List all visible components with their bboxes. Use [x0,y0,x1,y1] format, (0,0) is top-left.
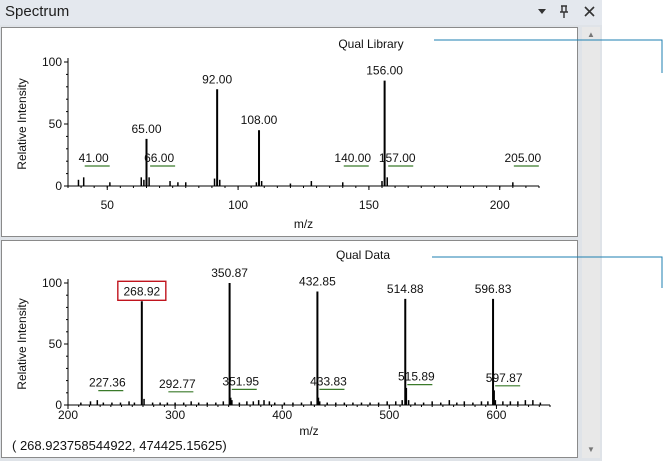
y-tick-label: 0 [55,179,62,193]
peak-label: 292.77 [159,377,196,391]
peak-label: 140.00 [334,151,371,165]
qual-library-chart: Qual Library 0 50 100 50 100 150 200 m/z Relative… [15,37,542,231]
close-icon[interactable] [581,2,597,22]
y-tick-label: 50 [49,117,63,131]
x-tick-label: 150 [359,198,379,212]
x-tick-label: 200 [58,408,78,422]
vertical-scrollbar[interactable]: ▲ ▼ [582,27,600,458]
peak-label: 156.00 [366,64,403,78]
panel-titlebar: Spectrum [0,0,602,25]
peak-label: 515.89 [398,370,435,384]
qual-library-plot[interactable]: Qual Library 0 50 100 50 100 150 200 m/z Relative… [1,27,578,237]
y-axis-label: Relative Intensity [15,298,29,389]
peak-label: 227.36 [89,376,126,390]
y-tick-label: 50 [49,337,63,351]
peak-label: 433.83 [310,374,347,388]
panel-title: Spectrum [5,3,70,20]
x-tick-label: 300 [165,408,185,422]
peak-label: 108.00 [241,113,278,127]
plot-label: Qual Data [336,248,390,262]
x-tick-label: 500 [379,408,399,422]
x-tick-label: 400 [272,408,292,422]
pin-icon[interactable] [556,2,572,22]
y-tick-label: 100 [42,276,62,290]
scroll-up-icon[interactable]: ▲ [582,27,600,43]
x-tick-label: 50 [101,198,115,212]
y-tick-label: 100 [42,55,62,69]
peak-label: 351.95 [222,374,259,388]
coordinate-readout: ( 268.923758544922, 474425.15625) [12,438,227,453]
peak-label: 514.88 [387,282,424,296]
plot-label: Qual Library [338,37,403,51]
peak-label: 66.00 [144,151,174,165]
peak-label: 92.00 [202,72,232,86]
qual-data-plot[interactable]: Qual Data 0 50 100 200 300 400 500 600 m/z Relativ… [1,240,578,458]
spectrum-panel: Spectrum Qual Library 0 50 100 50 100 150 200 m/… [0,0,602,461]
x-tick-label: 100 [228,198,248,212]
x-axis-label: m/z [294,217,313,231]
y-axis-label: Relative Intensity [15,78,29,169]
scroll-down-icon[interactable]: ▼ [582,442,600,458]
peak-label: 350.87 [211,266,248,280]
peak-label: 432.85 [299,275,336,289]
peak-label: 205.00 [504,151,541,165]
peak-label: 597.87 [486,371,523,385]
peak-label: 65.00 [131,122,161,136]
x-axis-label: m/z [299,424,318,438]
x-tick-label: 600 [486,408,506,422]
chevron-down-icon[interactable] [534,2,550,22]
qual-data-chart: Qual Data050100200 300 400 500 600m/zRelativ… [12,248,551,453]
x-tick-label: 200 [490,198,510,212]
peak-label: 157.00 [379,151,416,165]
peak-label: 596.83 [475,282,512,296]
peak-label: 268.92 [123,284,160,298]
peak-label: 41.00 [79,151,109,165]
